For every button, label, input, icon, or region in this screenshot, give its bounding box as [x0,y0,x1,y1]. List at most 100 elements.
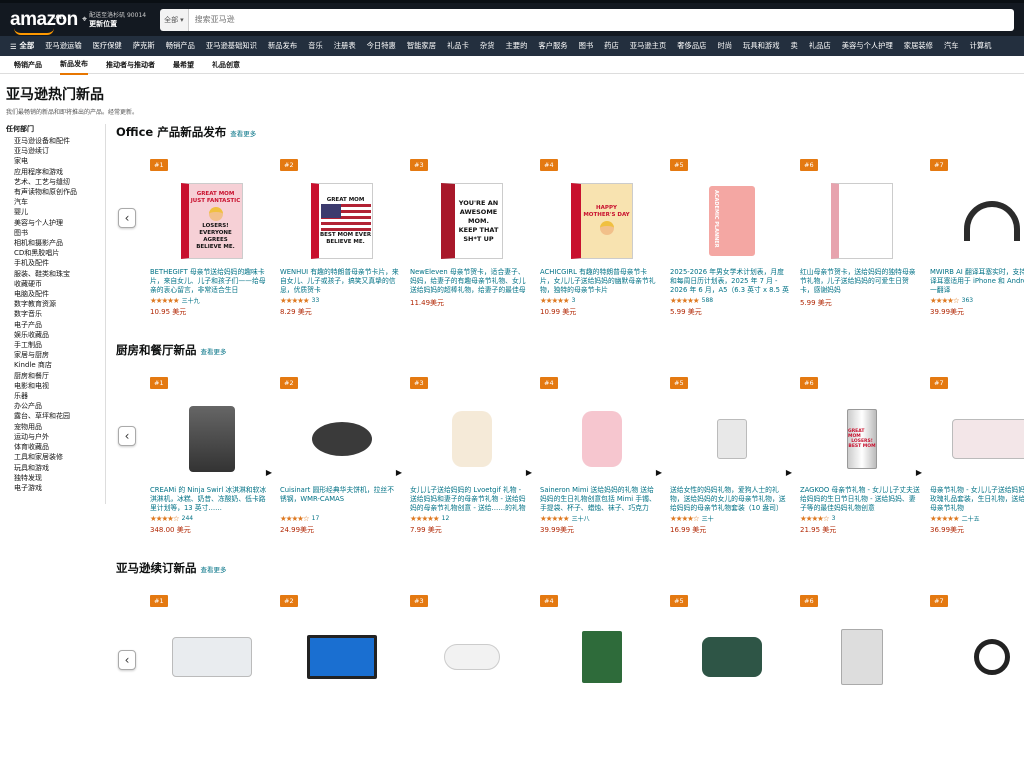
sidebar-item[interactable]: 运动与户外 [6,432,105,442]
product-title[interactable]: ZAGKOO 母亲节礼物 - 女儿儿子丈夫送给妈妈的生日节日礼物 - 送给妈妈、… [800,486,920,513]
search-input[interactable] [188,8,1014,31]
sidebar-item[interactable]: 体育收藏品 [6,442,105,452]
sidebar-item[interactable]: 电子产品 [6,320,105,330]
sidebar-item[interactable]: 家电 [6,156,105,166]
subnav-best-sellers[interactable]: 畅销产品 [14,56,42,74]
product-image[interactable] [812,613,912,701]
play-video-icon[interactable]: ▶ [396,468,402,477]
nav-all-button[interactable]: ☰ 全部 [10,41,34,51]
product-image[interactable]: ACADEMIC PLANNER [682,177,782,265]
product-rating[interactable]: ★★★★☆ 363 [930,296,1024,305]
product-rating[interactable]: ★★★★★ 588 [670,296,790,305]
nav-item[interactable]: 新品发布 [268,41,297,51]
subnav-movers-shakers[interactable]: 推动者与推动者 [106,56,155,74]
subnav-new-releases[interactable]: 新品发布 [60,55,88,75]
nav-item[interactable]: 萨克斯 [133,41,155,51]
product-title[interactable]: 2025-2026 年男女学术计划表，月度和每周日历计划表，2025 年 7 月… [670,268,790,295]
sidebar-item[interactable]: 婴儿 [6,207,105,217]
nav-item[interactable]: 图书 [579,41,594,51]
product-card[interactable]: #4 ▶ Saineron Mimi 送给妈妈的礼物 送给妈妈的生日礼物创意包括 M… [540,370,662,535]
product-card[interactable]: #6 红山母亲节贺卡，送给妈妈的独特母亲节礼物，儿子送给妈妈的可爱生日贺卡，感谢妈… [800,152,920,308]
sidebar-item[interactable]: 图书 [6,228,105,238]
delivery-location[interactable]: ⌖ 配送至洛杉矶 90014 更新位置 [82,10,146,29]
see-more-link[interactable]: 查看更多 [201,346,227,356]
product-image[interactable] [682,613,782,701]
carousel-prev-button[interactable]: ‹ [118,426,136,446]
amazon-logo[interactable]: amazon .cn [10,9,78,35]
product-title[interactable]: 母亲节礼物 - 女儿儿子送给妈妈的优雅玫瑰礼品套装，生日礼物，送给妈妈的母亲节礼… [930,486,1024,513]
nav-item[interactable]: 亚马逊主页 [630,41,666,51]
product-title[interactable]: BETHEGIFT 母亲节送给妈妈的趣味卡片，来自女儿、儿子和孩子们——给母亲的… [150,268,270,295]
product-card[interactable]: #7 母亲节礼物 - 女儿儿子送给妈妈的优雅玫瑰礼品套装，生日礼物，送给妈妈的母亲… [930,370,1024,535]
product-image[interactable] [552,613,652,701]
nav-item[interactable]: 时尚 [717,41,732,51]
nav-item[interactable]: 卖 [791,41,798,51]
sidebar-item[interactable]: 服装、鞋类和珠宝 [6,269,105,279]
nav-item[interactable]: 汽车 [944,41,959,51]
product-image[interactable]: GREAT MOM LOSERS! BEST MOM ▶ [812,395,922,483]
nav-item[interactable]: 主要的 [506,41,528,51]
sidebar-item[interactable]: 娱乐收藏品 [6,330,105,340]
play-video-icon[interactable]: ▶ [916,468,922,477]
product-rating[interactable]: ★★★★☆ 3 [800,514,920,523]
product-image[interactable]: ▶ [162,395,272,483]
product-card[interactable]: #1 GREAT MOM JUST FANTASTIC LOSERS! EVERYONE… [150,152,270,317]
sidebar-item[interactable]: 手机及配件 [6,258,105,268]
sidebar-item[interactable]: Kindle 商店 [6,360,105,370]
product-rating[interactable]: ★★★★☆ 17 [280,514,400,523]
nav-item[interactable]: 奢侈品店 [677,41,706,51]
sidebar-item[interactable]: 艺术、工艺与缝纫 [6,177,105,187]
product-image[interactable]: YOU'RE AN AWESOME MOM. KEEP THAT SH*T UP [422,177,522,265]
sidebar-item[interactable]: 有声读物和原创作品 [6,187,105,197]
nav-item[interactable]: 医疗保健 [93,41,122,51]
product-image[interactable]: GREAT MOM BEST MOM EVER BELIEVE ME. [292,177,392,265]
nav-item[interactable]: 计算机 [970,41,992,51]
product-image[interactable] [942,395,1024,483]
product-card[interactable]: #6 [800,588,920,701]
nav-item[interactable]: 药店 [604,41,619,51]
product-image[interactable]: ▶ [292,395,402,483]
sidebar-item[interactable]: 亚马逊续订 [6,146,105,156]
product-image[interactable] [812,177,912,265]
product-rating[interactable]: ★★★★☆ 244 [150,514,270,523]
nav-item[interactable]: 玩具和游戏 [743,41,779,51]
subnav-most-wished[interactable]: 最希望 [173,56,194,74]
product-card[interactable]: #2 [280,588,400,701]
nav-item[interactable]: 美容与个人护理 [842,41,893,51]
nav-item[interactable]: 礼品卡 [447,41,469,51]
product-image[interactable]: ▶ [682,395,792,483]
product-title[interactable]: Cuisinart 圆形经典华夫饼机，拉丝不锈钢，WMR-CAMAS [280,486,400,513]
product-rating[interactable]: ★★★★☆ 三十 [670,514,790,523]
nav-item[interactable]: 家居装修 [904,41,933,51]
nav-item[interactable]: 音乐 [308,41,323,51]
product-image[interactable]: HAPPY MOTHER'S DAY [552,177,652,265]
product-card[interactable]: #1 [150,588,270,701]
product-title[interactable]: MWIRB AI 翻译耳塞实时，支持语言翻译耳塞适用于 iPhone 和 And… [930,268,1024,295]
product-rating[interactable]: ★★★★★ 3 [540,296,660,305]
product-card[interactable]: #2 ▶ Cuisinart 圆形经典华夫饼机，拉丝不锈钢，WMR-CAMAS ★★★… [280,370,402,535]
see-more-link[interactable]: 查看更多 [201,564,227,574]
nav-item[interactable]: 客户服务 [538,41,567,51]
product-image[interactable]: GREAT MOM JUST FANTASTIC LOSERS! EVERYONE A… [162,177,262,265]
nav-item[interactable]: 杂货 [480,41,495,51]
carousel-prev-button[interactable]: ‹ [118,208,136,228]
product-rating[interactable]: ★★★★★ 二十五 [930,514,1024,523]
product-title[interactable]: 红山母亲节贺卡，送给妈妈的独特母亲节礼物，儿子送给妈妈的可爱生日贺卡，感谢妈妈 [800,268,920,295]
nav-item[interactable]: 今日特惠 [367,41,396,51]
product-card[interactable]: #7 [930,588,1024,701]
sidebar-item[interactable]: 独特发现 [6,473,105,483]
sidebar-item[interactable]: 应用程序和游戏 [6,167,105,177]
product-rating[interactable]: ★★★★★ 三十八 [540,514,660,523]
product-card[interactable]: #5 ▶ 送给女性的妈妈礼物，爱狗人士的礼物，送给妈妈的女儿的母亲节礼物，送给妈妈的… [670,370,792,535]
product-title[interactable]: NewEleven 母亲节贺卡，适合妻子、妈妈，给妻子的有趣母亲节礼物、女儿送给… [410,268,530,295]
play-video-icon[interactable]: ▶ [656,468,662,477]
product-card[interactable]: #4 HAPPY MOTHER'S DAY ACHICGIRL 有趣的特朗普母亲节卡… [540,152,660,317]
sidebar-item[interactable]: 办公产品 [6,401,105,411]
sidebar-item[interactable]: 宠物用品 [6,422,105,432]
product-card[interactable]: #6 GREAT MOM LOSERS! BEST MOM ▶ ZAGKOO 母亲节礼物 … [800,370,922,535]
product-rating[interactable]: ★★★★★ 三十九 [150,296,270,305]
product-card[interactable]: #7 MWIRB AI 翻译耳塞实时，支持语言翻译耳塞适用于 iPhone 和 A… [930,152,1024,317]
nav-item[interactable]: 亚马逊运输 [45,41,81,51]
product-title[interactable]: 女儿儿子送给妈妈的 Lvoetgif 礼物 - 送给妈妈和妻子的母亲节礼物 - … [410,486,530,513]
nav-item[interactable]: 畅销产品 [166,41,195,51]
